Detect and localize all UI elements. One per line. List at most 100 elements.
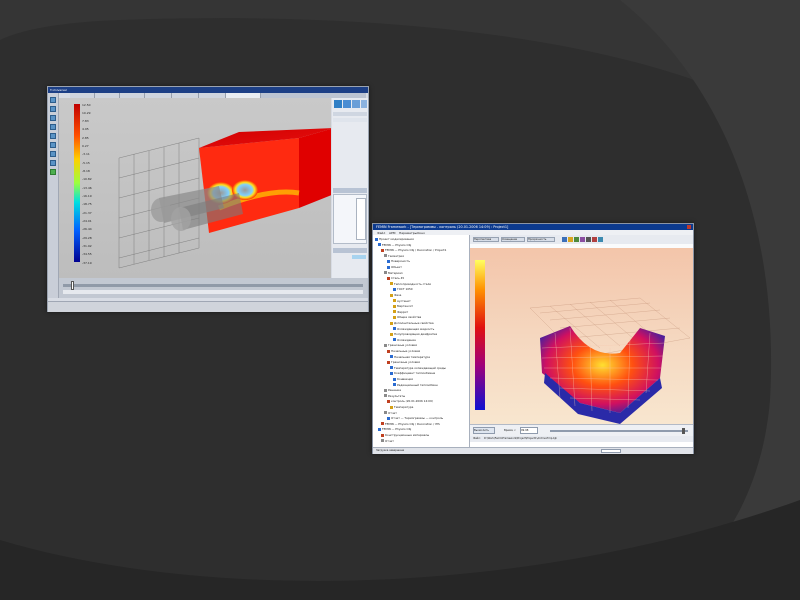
tree-item[interactable]: FEMIN — Physics Obj / Decoration / Proje…: [381, 248, 446, 252]
tree-item[interactable]: Охлаждающая жидкость: [393, 327, 434, 331]
tree-item[interactable]: Граничные условия: [384, 343, 417, 347]
tree-item[interactable]: Отчет: [384, 411, 397, 415]
tree-item[interactable]: Мартенсит: [393, 304, 413, 308]
tree-node-icon: [387, 259, 390, 263]
grid-icon[interactable]: [50, 142, 56, 148]
tree-item-label: Результаты: [388, 393, 406, 398]
tree-item-label: Фаза: [394, 293, 402, 297]
tree-item[interactable]: Результаты: [384, 394, 405, 398]
tree-item[interactable]: Полупроводящая диафрагма: [390, 332, 437, 336]
tree-item[interactable]: Температура охлаждающей среды: [390, 366, 446, 370]
export-video-icon[interactable]: [361, 100, 367, 108]
zoom-icon[interactable]: [50, 115, 56, 121]
tree-node-icon: [390, 332, 393, 336]
tree-node-icon: [390, 405, 393, 409]
colorbar: [74, 104, 80, 262]
export-icon[interactable]: [50, 169, 56, 175]
tree-item-label: Отчет: [388, 410, 397, 415]
tree-item[interactable]: Фаза: [390, 293, 401, 297]
tree-node-icon: [387, 276, 390, 280]
section-icon[interactable]: [50, 133, 56, 139]
tree-item[interactable]: FEMIN — Physics Obj: [378, 427, 411, 431]
tree-item-label: Аустенит: [397, 298, 411, 303]
grid-icon[interactable]: [586, 237, 591, 242]
tree-item[interactable]: Конвекция: [393, 377, 413, 381]
fit-icon[interactable]: [50, 151, 56, 157]
file-path-bar: Файл: D:\Work\FemInFramework\Project\Pro…: [470, 436, 693, 442]
tree-item[interactable]: Дополнительные свойства: [390, 321, 434, 325]
3d-viewport[interactable]: 12.50 10.29 7.83 4.95 2.85 0.27 -3.11 -5.15 -8.1…: [59, 98, 331, 278]
compute-button[interactable]: Вычислить: [473, 427, 495, 434]
path-label: Файл:: [473, 437, 481, 440]
tree-item-label: Объект: [391, 265, 402, 269]
zoom-icon[interactable]: [574, 237, 579, 242]
tree-item[interactable]: Отчет: [381, 439, 394, 443]
tree-item-label: Решение: [388, 388, 402, 393]
left-toolbar: [48, 93, 59, 298]
tree-node-icon: [393, 299, 396, 303]
tree-item-label: Начальные условия: [391, 349, 421, 353]
tree-item-label: FEMIN — Physics Obj: [382, 242, 412, 247]
value-field[interactable]: [352, 255, 366, 259]
tree-item[interactable]: Коэффициент теплообмена: [390, 371, 435, 375]
select-icon[interactable]: [50, 124, 56, 130]
tree-item[interactable]: Геометрия: [384, 254, 404, 258]
transparency-button[interactable]: Прозрачность: [527, 237, 555, 242]
perspective-button[interactable]: Перспектива: [473, 237, 499, 242]
pan-icon[interactable]: [50, 106, 56, 112]
tree-item[interactable]: FEMIN — Physics Obj: [378, 243, 411, 247]
tree-item[interactable]: Температура: [390, 405, 413, 409]
pan-icon[interactable]: [568, 237, 573, 242]
tree-node-icon: [393, 338, 396, 342]
tree-node-icon: [387, 399, 390, 403]
record-icon[interactable]: [352, 100, 360, 108]
tree-item[interactable]: Аустенит: [393, 299, 411, 303]
time-slider-track[interactable]: [550, 430, 688, 432]
tree-node-icon: [381, 433, 384, 437]
colorbar-tick-label: -3.11: [82, 152, 90, 157]
tree-item[interactable]: Охлаждение: [393, 338, 416, 342]
tree-item[interactable]: Материал: [384, 271, 403, 275]
rotate-icon[interactable]: [562, 237, 567, 242]
timeline-track[interactable]: [63, 284, 363, 287]
close-icon[interactable]: [687, 224, 691, 229]
step-icon[interactable]: [343, 100, 351, 108]
tree-node-icon: [387, 349, 390, 353]
rotate-icon[interactable]: [50, 97, 56, 103]
tree-item-label: Коэффициент теплообмена: [394, 371, 436, 376]
tree-item[interactable]: FEMIN — Physics Obj / Decoration / IHS: [381, 422, 440, 426]
section-icon[interactable]: [592, 237, 597, 242]
time-input[interactable]: 99.98: [520, 427, 538, 434]
femin-framework-window: FEMIN Framework - [Термограммы - контрол…: [372, 223, 694, 454]
tree-item[interactable]: Начальные условия: [387, 349, 420, 353]
fit-icon[interactable]: [580, 237, 585, 242]
tree-item[interactable]: Начальная температура: [390, 355, 430, 359]
colorbar-tick-label: 12.50: [82, 102, 91, 107]
tree-item[interactable]: Поверхность: [387, 259, 410, 263]
3d-viewport[interactable]: [470, 248, 693, 424]
tree-item[interactable]: Теплопроводность стали: [390, 282, 431, 286]
tree-item[interactable]: Объект: [387, 265, 402, 269]
tree-item[interactable]: Граничные условия: [387, 360, 420, 364]
timeline-handle[interactable]: [71, 281, 74, 290]
tree-item[interactable]: Конструкционные материалы: [381, 433, 429, 437]
tree-item[interactable]: Общие свойства: [393, 315, 421, 319]
tree-item[interactable]: Феррит: [393, 310, 408, 314]
play-icon[interactable]: [334, 100, 342, 108]
light-icon[interactable]: [50, 160, 56, 166]
time-slider-handle[interactable]: [682, 428, 685, 434]
value-column[interactable]: [356, 198, 366, 240]
tree-item[interactable]: Отчет — Термограммы — контроль: [387, 416, 443, 420]
panel-row: [333, 118, 367, 122]
lighting-button[interactable]: Освещение: [501, 237, 525, 242]
tree-item[interactable]: Проект моделирования: [375, 237, 414, 241]
tree-item[interactable]: Решение: [384, 388, 401, 392]
tree-item[interactable]: ГОСТ 1050: [393, 287, 413, 291]
tree-node-icon: [390, 366, 393, 370]
tree-item[interactable]: контроль (20.01.2006 14:09): [387, 399, 433, 403]
colorbar-tick-label: -31.92: [82, 243, 92, 248]
tree-item-label: Конструкционные материалы: [385, 433, 430, 437]
light-icon[interactable]: [598, 237, 603, 242]
tree-item[interactable]: Сталь 45: [387, 276, 404, 280]
tree-item[interactable]: Радиационный теплообмен: [393, 383, 438, 387]
